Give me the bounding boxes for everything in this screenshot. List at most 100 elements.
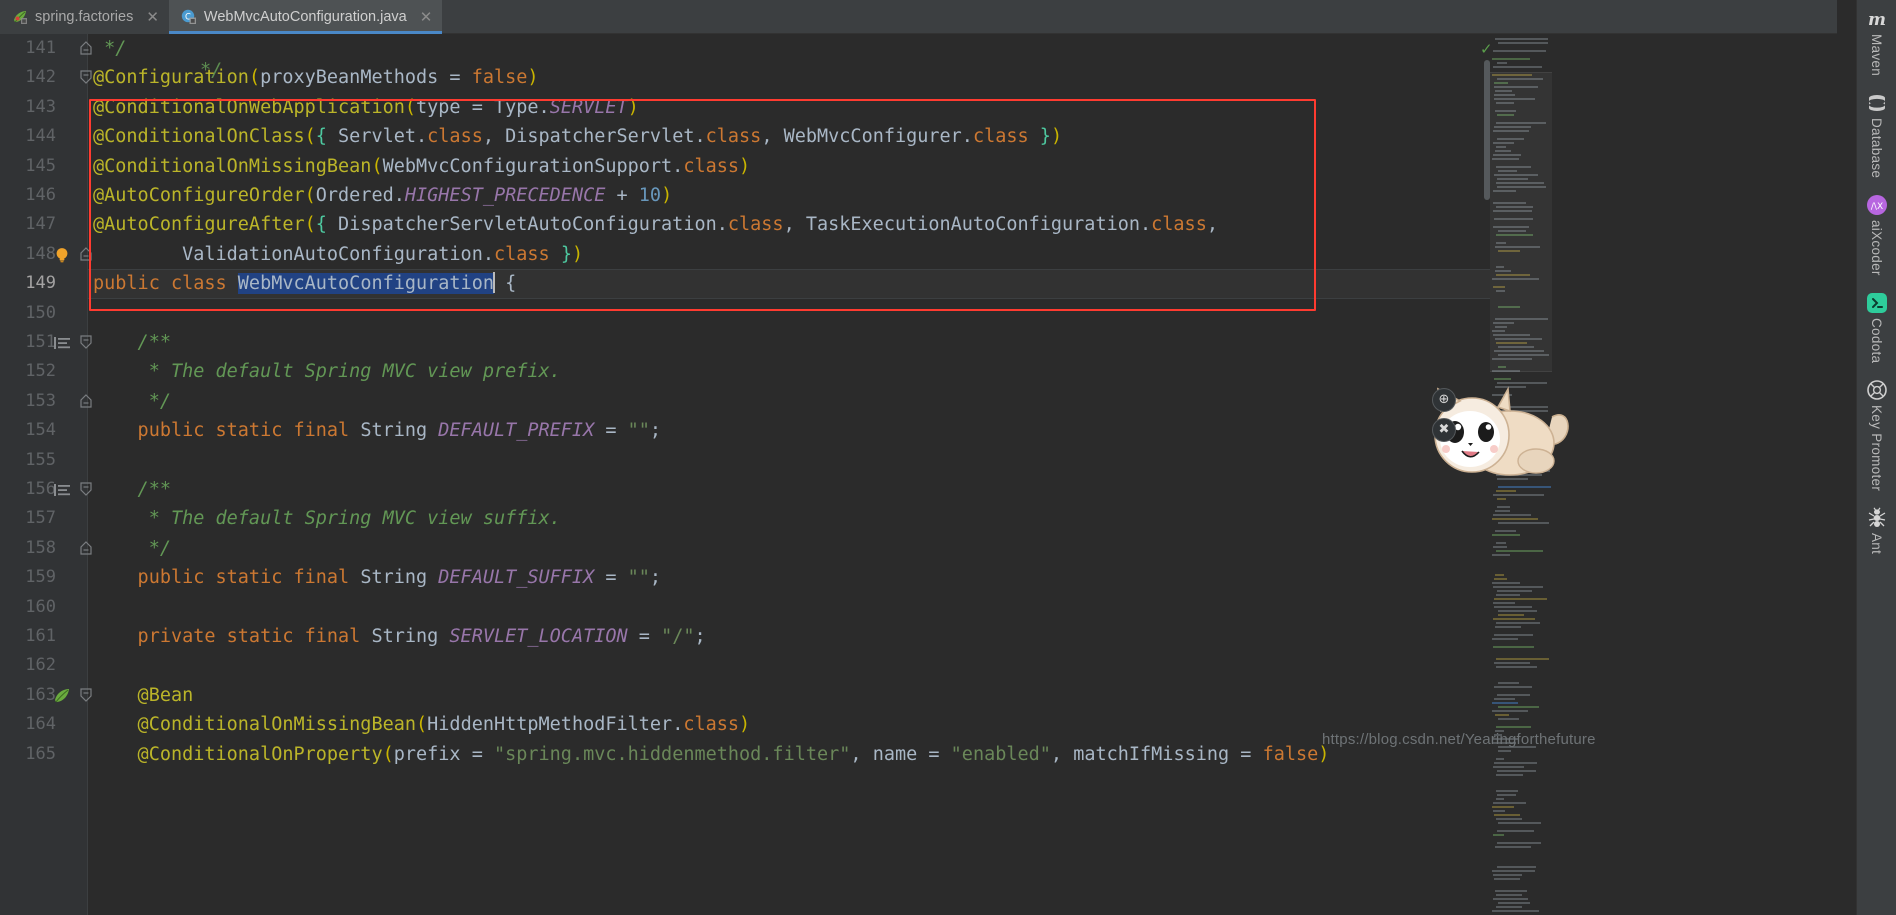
code-token: } (560, 243, 572, 265)
mascot-close-button[interactable]: ✖ (1432, 418, 1456, 442)
fold-collapse-icon[interactable] (79, 687, 93, 703)
code-token: matchIfMissing (1073, 743, 1230, 765)
line-number: 146 (25, 185, 56, 205)
line-number: 147 (25, 214, 56, 235)
minimap-line (1493, 494, 1544, 496)
code-line[interactable]: 141 */ (0, 34, 1490, 63)
code-token: @ConditionalOnClass (93, 126, 305, 148)
code-line[interactable]: 147 @AutoConfigureAfter({ DispatcherServl… (0, 210, 1490, 239)
code-token: Ordered. (315, 185, 405, 206)
code-token: ( (404, 96, 417, 118)
code-line[interactable]: 156 /** (0, 475, 1490, 504)
sidebar-item-key-promoter[interactable]: Key Promoter (1866, 379, 1888, 491)
code-token: ValidationAutoConfiguration. (93, 243, 494, 265)
minimap-line (1493, 618, 1535, 620)
minimap-line (1498, 614, 1524, 616)
code-line[interactable]: 142 @Configuration(proxyBeanMethods = fal… (0, 63, 1490, 92)
code-line[interactable]: 164 @ConditionalOnMissingBean(HiddenHttp… (0, 710, 1490, 739)
code-token: prefix (393, 743, 461, 765)
code-line[interactable]: 160 (0, 593, 1490, 622)
code-line[interactable]: 162 (0, 651, 1490, 680)
code-line[interactable]: 143 @ConditionalOnWebApplication(type = T… (0, 93, 1490, 122)
minimap-line (1492, 910, 1539, 912)
line-number: 148 (25, 243, 56, 264)
code-line[interactable]: 145 @ConditionalOnMissingBean(WebMvcConfi… (0, 152, 1490, 181)
code-line[interactable]: 153 */ (0, 387, 1490, 416)
tab-webmvcautoconfiguration-java[interactable]: C WebMvcAutoConfiguration.java ✕ (168, 0, 443, 34)
code-text: /** (93, 328, 171, 357)
fold-collapse-icon[interactable] (79, 481, 93, 497)
code-line[interactable]: 154 public static final String DEFAULT_P… (0, 416, 1490, 445)
code-line[interactable]: 146 @AutoConfigureOrder(Ordered.HIGHEST_P… (0, 181, 1490, 210)
doc-lines-icon[interactable] (52, 480, 72, 500)
code-token: = (594, 567, 628, 589)
code-line[interactable]: 148 ValidationAutoConfiguration.class }) (0, 240, 1490, 269)
minimap-line (1495, 846, 1531, 848)
code-editor[interactable]: */ 141 */142 @Configuration(proxyBeanMeth… (0, 34, 1490, 915)
mascot-settings-button[interactable]: ⊕ (1432, 388, 1456, 412)
minimap-line (1496, 894, 1522, 896)
line-number: 150 (25, 302, 56, 323)
sidebar-item-aixcoder[interactable]: /\X aiXcoder (1866, 194, 1888, 276)
code-text: public class WebMvcAutoConfiguration { (93, 269, 516, 298)
code-line[interactable]: 150 (0, 299, 1490, 328)
sidebar-item-label: Codota (1869, 317, 1884, 364)
code-token: ( (371, 155, 383, 177)
sidebar-item-ant[interactable]: Ant (1866, 507, 1888, 555)
sidebar-item-maven[interactable]: m Maven (1866, 8, 1888, 76)
line-number: 154 (25, 420, 56, 441)
line-number: 141 (25, 38, 56, 58)
line-number: 145 (25, 155, 56, 176)
fold-end-icon[interactable] (79, 246, 93, 262)
tab-spring-factories[interactable]: spring.factories ✕ (0, 0, 169, 34)
code-text: ValidationAutoConfiguration.class }) (93, 240, 583, 269)
code-token: , (1206, 214, 1218, 236)
fold-end-icon[interactable] (79, 540, 93, 556)
inspection-status-icon[interactable]: ✓ (1480, 40, 1493, 58)
close-icon[interactable]: ✕ (146, 9, 159, 25)
code-token: ; (649, 420, 662, 442)
code-line[interactable]: 144 @ConditionalOnClass({ Servlet.class, … (0, 122, 1490, 151)
spring-bean-icon[interactable] (52, 686, 72, 706)
code-line[interactable]: 152 * The default Spring MVC view prefix… (0, 357, 1490, 386)
code-line[interactable]: 157 * The default Spring MVC view suffix… (0, 504, 1490, 533)
minimap-line (1496, 906, 1522, 908)
code-line[interactable]: 149 public class WebMvcAutoConfiguration … (0, 269, 1490, 299)
doc-lines-icon[interactable] (52, 333, 72, 353)
minimap-line (1497, 590, 1532, 592)
minimap-line (1495, 890, 1527, 892)
code-token: @Bean (93, 684, 194, 706)
code-line[interactable]: 155 (0, 446, 1490, 475)
minimap-viewport[interactable] (1490, 72, 1552, 372)
minimap-line (1497, 506, 1510, 508)
code-token: HiddenHttpMethodFilter. (427, 714, 684, 736)
code-line[interactable]: 159 public static final String DEFAULT_S… (0, 563, 1490, 592)
lightbulb-icon[interactable] (52, 245, 72, 265)
line-number: 163 (25, 684, 56, 705)
fold-end-icon[interactable] (79, 40, 93, 56)
code-token: + (605, 185, 639, 206)
sidebar-item-codota[interactable]: Codota (1866, 292, 1888, 363)
code-line[interactable]: 151 /** (0, 328, 1490, 357)
code-line[interactable]: 163 @Bean (0, 681, 1490, 710)
code-token: = (438, 67, 472, 89)
code-text: */ (93, 387, 171, 416)
code-line[interactable]: 158 */ (0, 534, 1490, 563)
code-token: DispatcherServletAutoConfiguration. (326, 214, 728, 236)
sidebar-item-database[interactable]: Database (1866, 92, 1888, 178)
close-icon[interactable]: ✕ (420, 9, 433, 25)
fold-collapse-icon[interactable] (79, 69, 93, 85)
sidebar-item-label: Key Promoter (1869, 405, 1884, 492)
minimap-line (1492, 534, 1520, 536)
minimap-line (1494, 634, 1533, 636)
code-line[interactable]: 161 private static final String SERVLET_… (0, 622, 1490, 651)
fold-collapse-icon[interactable] (79, 334, 93, 350)
vertical-scrollbar-thumb[interactable] (1484, 60, 1490, 200)
code-text: @AutoConfigureOrder(Ordered.HIGHEST_PREC… (93, 181, 672, 210)
fold-end-icon[interactable] (79, 393, 93, 409)
code-token: */ (93, 537, 171, 559)
code-token: 10 (638, 185, 662, 206)
maven-icon: m (1868, 10, 1886, 30)
code-line[interactable]: 165 @ConditionalOnProperty(prefix = "spr… (0, 740, 1490, 769)
